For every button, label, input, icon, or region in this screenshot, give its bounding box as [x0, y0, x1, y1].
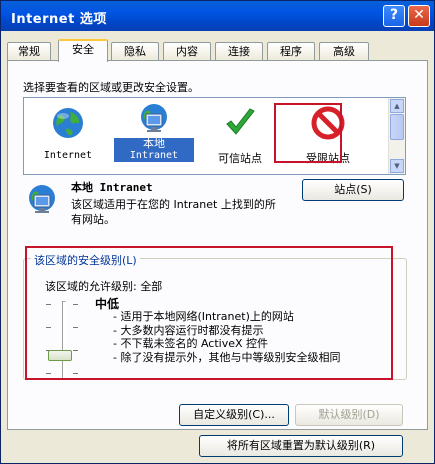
tab-advanced[interactable]: 高级: [319, 42, 369, 61]
sites-button[interactable]: 站点(S): [302, 179, 404, 201]
internet-options-dialog: Internet 选项 ? ✕ 常规 安全 隐私 内容 连接 程序 高级 选择要…: [0, 0, 435, 464]
security-level-highlight: [25, 246, 393, 380]
tab-content[interactable]: 内容: [163, 42, 211, 61]
monitor-network-icon: [141, 104, 167, 132]
zone-label: Internet: [43, 150, 93, 161]
help-button[interactable]: ?: [383, 5, 405, 27]
tab-connections[interactable]: 连接: [215, 42, 263, 61]
checkmark-icon: [226, 108, 255, 135]
zone-internet[interactable]: Internet: [28, 102, 108, 172]
zone-list-scrollbar[interactable]: ▲ ▼: [388, 98, 405, 174]
local-intranet-icon: [29, 185, 55, 213]
globe-icon: [53, 108, 83, 138]
zone-local-intranet[interactable]: 本地 Intranet: [114, 102, 194, 172]
tab-security[interactable]: 安全: [58, 39, 108, 62]
zone-list[interactable]: Internet 本地 Intranet 可信站点 受限站点 ▲ ▼: [23, 97, 406, 175]
window-title: Internet 选项: [11, 12, 107, 27]
reset-all-zones-button[interactable]: 将所有区域重置为默认级别(R): [199, 435, 403, 457]
title-bar[interactable]: Internet 选项 ? ✕: [1, 1, 434, 31]
custom-level-button[interactable]: 自定义级别(C)...: [179, 404, 289, 426]
selected-zone-description: 该区域适用于在您的 Intranet 上找到的所有网站。: [71, 198, 276, 226]
zone-trusted-sites[interactable]: 可信站点: [200, 102, 280, 172]
scroll-thumb[interactable]: [390, 114, 404, 140]
zone-label-line1: 本地: [114, 138, 194, 150]
scroll-up-arrow-icon[interactable]: ▲: [390, 99, 404, 113]
zone-instruction: 选择要查看的区域或更改安全设置。: [23, 81, 199, 94]
restricted-zone-highlight: [274, 103, 342, 163]
tab-privacy[interactable]: 隐私: [111, 42, 159, 61]
zone-label-line2: Intranet: [114, 150, 194, 162]
tab-programs[interactable]: 程序: [267, 42, 315, 61]
default-level-button[interactable]: 默认级别(D): [295, 404, 403, 426]
selected-zone-name: 本地 Intranet: [71, 181, 153, 194]
close-button[interactable]: ✕: [408, 5, 430, 27]
tab-general[interactable]: 常规: [7, 42, 51, 61]
scroll-down-arrow-icon[interactable]: ▼: [390, 159, 404, 173]
zone-label: 可信站点: [218, 152, 262, 165]
